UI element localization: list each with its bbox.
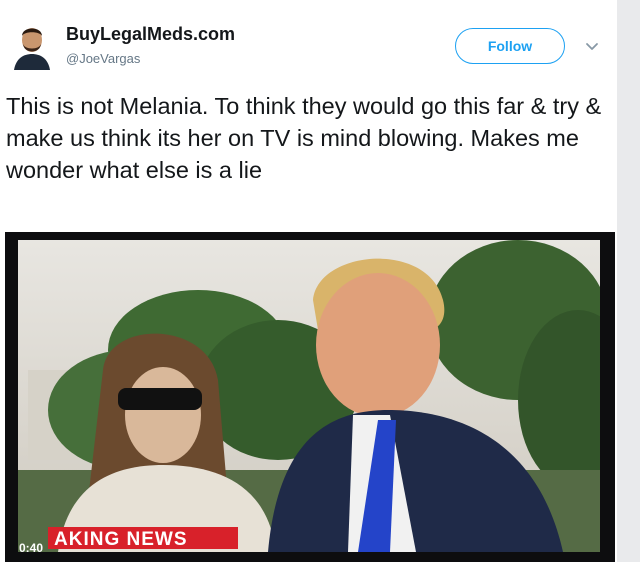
video-player[interactable] (18, 240, 600, 552)
news-banner-text: AKING NEWS (54, 529, 188, 549)
page-edge-strip (617, 0, 640, 562)
news-banner: AKING NEWS (48, 527, 238, 549)
chevron-down-icon[interactable] (584, 38, 600, 54)
video-timestamp: 0:40 (19, 541, 44, 555)
tweet-text: This is not Melania. To think they would… (6, 93, 602, 183)
video-scene-image (18, 240, 600, 552)
display-name[interactable]: BuyLegalMeds.com (66, 24, 235, 45)
follow-button[interactable]: Follow (455, 28, 565, 64)
avatar[interactable] (10, 20, 54, 70)
user-handle[interactable]: @JoeVargas (66, 51, 140, 66)
follow-button-label: Follow (487, 38, 533, 54)
